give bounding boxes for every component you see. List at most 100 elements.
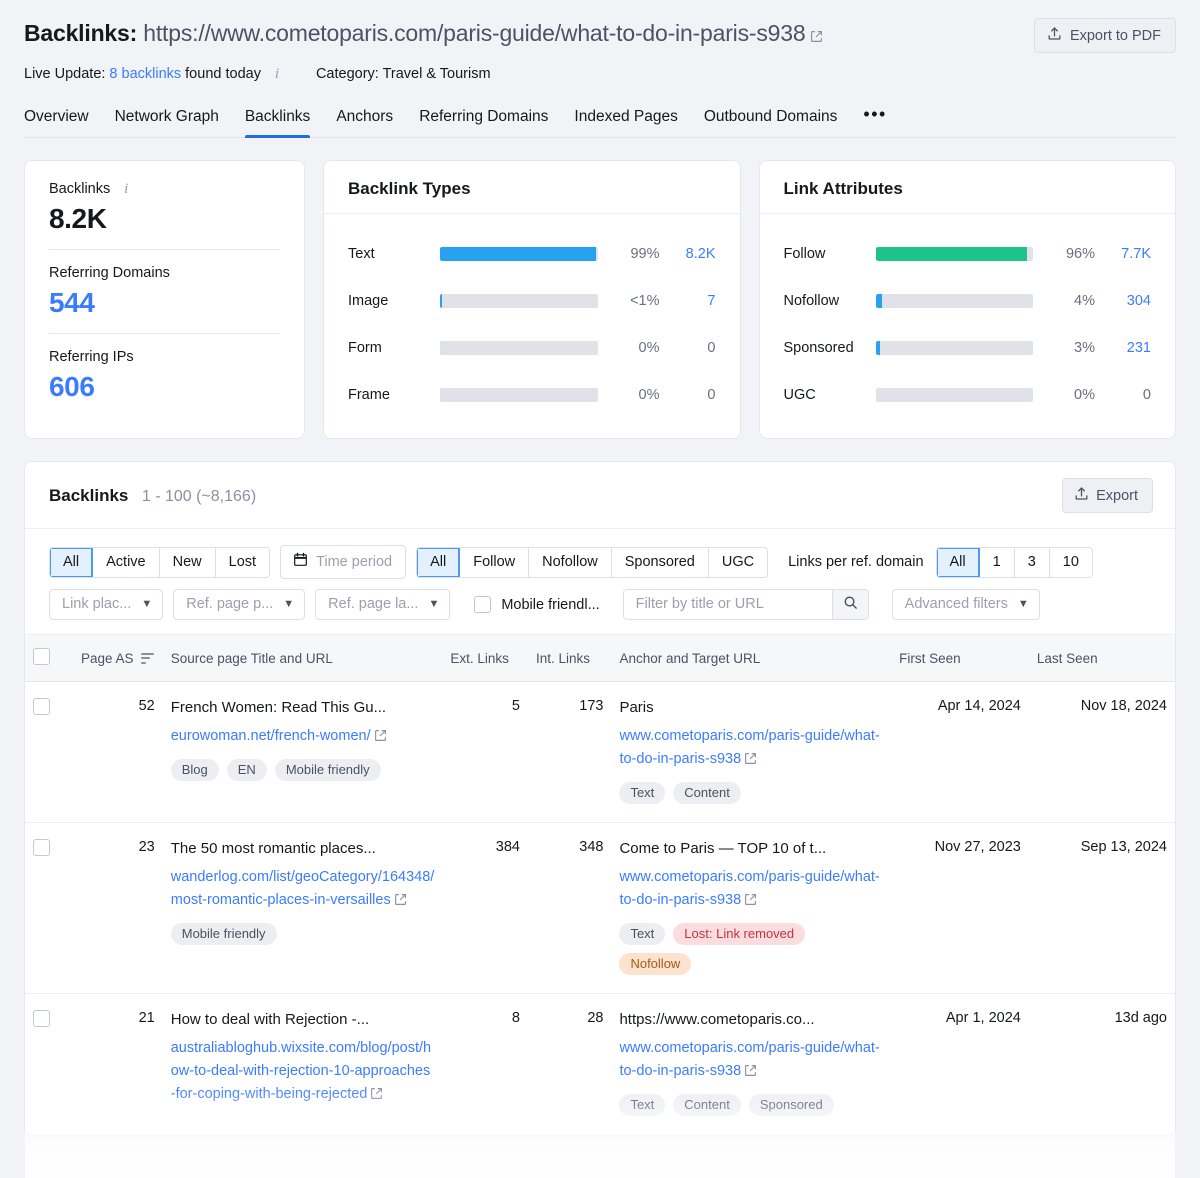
status-filter-active[interactable]: Active — [93, 547, 160, 577]
source-url-link[interactable]: eurowoman.net/french-women/ — [171, 725, 435, 750]
tab-network-graph[interactable]: Network Graph — [115, 104, 219, 137]
chart-bar-count[interactable]: 304 — [1095, 293, 1151, 309]
tab-outbound-domains[interactable]: Outbound Domains — [704, 104, 838, 137]
ref-page-language-dropdown[interactable]: Ref. page la... ▼ — [315, 589, 451, 620]
external-link-icon[interactable] — [744, 891, 757, 914]
link-placement-dropdown[interactable]: Link plac... ▼ — [49, 589, 164, 620]
row-checkbox[interactable] — [33, 839, 50, 856]
attribute-filter-group: All Follow Nofollow Sponsored UGC — [416, 546, 769, 578]
chart-bar-percent: 0% — [638, 339, 660, 356]
metric-referring-ips: Referring IPs 606 — [49, 333, 280, 417]
backlinks-panel: Backlinks 1 - 100 (~8,166) Export All Ac… — [24, 461, 1176, 1136]
chart-bar-count[interactable]: 7.7K — [1095, 246, 1151, 262]
source-url-link[interactable]: wanderlog.com/list/geoCategory/164348/mo… — [171, 866, 435, 914]
sort-descending-icon[interactable] — [140, 652, 154, 664]
row-checkbox[interactable] — [33, 698, 50, 715]
attribute-filter-all[interactable]: All — [417, 547, 461, 577]
table-row[interactable]: 23 The 50 most romantic places... wanderlo… — [25, 822, 1175, 994]
table-header-row: Page AS Source page Title and URL Ext. L… — [25, 634, 1175, 682]
mobile-friendly-checkbox-wrap[interactable]: Mobile friendl... — [474, 596, 600, 613]
chart-bar-percent: 3% — [1074, 339, 1095, 356]
links-per-domain-10[interactable]: 10 — [1049, 547, 1092, 577]
column-last-seen[interactable]: Last Seen — [1028, 634, 1175, 682]
status-filter-new[interactable]: New — [159, 547, 216, 577]
chart-bar-track — [440, 246, 598, 261]
target-url-link[interactable]: www.cometoparis.com/paris-guide/what-to-… — [619, 866, 883, 914]
external-link-icon[interactable] — [374, 727, 387, 750]
tab-backlinks[interactable]: Backlinks — [244, 104, 311, 138]
tab-indexed-pages[interactable]: Indexed Pages — [574, 104, 677, 137]
attribute-filter-nofollow[interactable]: Nofollow — [529, 547, 612, 577]
advanced-filters-dropdown[interactable]: Advanced filters ▼ — [891, 589, 1040, 620]
attribute-filter-ugc[interactable]: UGC — [708, 547, 768, 577]
chart-bar-count[interactable]: 231 — [1095, 340, 1151, 356]
row-select-cell — [25, 681, 73, 823]
select-all-checkbox[interactable] — [33, 648, 50, 665]
cell-anchor: Paris www.cometoparis.com/paris-guide/wha… — [611, 681, 892, 823]
mobile-friendly-checkbox[interactable] — [474, 596, 492, 613]
column-anchor[interactable]: Anchor and Target URL — [611, 634, 892, 682]
tag: Mobile friendly — [170, 923, 277, 945]
links-per-domain-3[interactable]: 3 — [1014, 547, 1050, 577]
links-per-domain-1[interactable]: 1 — [979, 547, 1015, 577]
upload-icon — [1074, 486, 1089, 505]
filter-row-primary: All Active New Lost Time period All Foll… — [49, 545, 1151, 579]
external-link-icon[interactable] — [744, 750, 757, 773]
live-update-suffix: found today — [185, 66, 261, 82]
export-to-pdf-button[interactable]: Export to PDF — [1033, 18, 1176, 53]
attribute-filter-sponsored[interactable]: Sponsored — [611, 547, 709, 577]
column-int-links[interactable]: Int. Links — [527, 634, 612, 682]
table-row[interactable]: 52 French Women: Read This Gu... eurowoman… — [25, 681, 1175, 823]
search-input[interactable] — [623, 590, 832, 619]
column-source[interactable]: Source page Title and URL — [162, 634, 443, 682]
anchor-tags: Text Content Sponsored — [619, 1094, 883, 1116]
info-icon[interactable]: i — [270, 66, 284, 82]
tab-referring-domains[interactable]: Referring Domains — [419, 104, 548, 137]
target-url-link[interactable]: www.cometoparis.com/paris-guide/what-to-… — [619, 1037, 883, 1085]
link-placement-label: Link plac... — [62, 596, 132, 612]
tab-anchors[interactable]: Anchors — [336, 104, 393, 137]
page-title-url[interactable]: https://www.cometoparis.com/paris-guide/… — [143, 20, 805, 46]
status-filter-all[interactable]: All — [50, 547, 94, 577]
chart-bar-row: Nofollow 4% 304 — [784, 277, 1152, 324]
info-icon[interactable]: i — [119, 181, 133, 197]
metric-referring-domains-value[interactable]: 544 — [49, 287, 280, 319]
external-link-icon[interactable] — [370, 1085, 383, 1108]
tag: Text — [619, 1094, 666, 1116]
metric-referring-ips-value[interactable]: 606 — [49, 371, 280, 403]
cell-page-as: 23 — [73, 822, 163, 994]
column-first-seen[interactable]: First Seen — [891, 634, 1029, 682]
chart-bar-row: Image <1% 7 — [348, 277, 716, 324]
chart-bar-count[interactable]: 8.2K — [660, 246, 716, 262]
row-checkbox[interactable] — [33, 1010, 50, 1027]
more-tabs-icon[interactable]: ••• — [863, 104, 886, 137]
time-period-label: Time period — [316, 553, 393, 570]
mobile-friendly-label: Mobile friendl... — [501, 596, 600, 613]
chart-bar-percent: <1% — [630, 292, 660, 309]
table-row[interactable]: 21 How to deal with Rejection -... austral… — [25, 993, 1175, 1135]
column-ext-links[interactable]: Ext. Links — [442, 634, 528, 682]
cell-anchor: Come to Paris — TOP 10 of t... www.cometo… — [611, 822, 892, 994]
chart-bar-percent: 0% — [638, 386, 660, 403]
live-update-line: Live Update: 8 backlinks found today i C… — [24, 66, 1176, 83]
metric-referring-domains-label: Referring Domains — [49, 265, 170, 281]
chevron-down-icon: ▼ — [428, 598, 440, 610]
tab-overview[interactable]: Overview — [24, 104, 89, 137]
search-button[interactable] — [831, 590, 868, 619]
tag: EN — [226, 759, 267, 781]
external-link-icon[interactable] — [810, 20, 823, 50]
status-filter-lost[interactable]: Lost — [215, 547, 270, 577]
external-link-icon[interactable] — [744, 1062, 757, 1085]
source-url-link[interactable]: australiabloghub.wixsite.com/blog/post/h… — [171, 1037, 435, 1108]
cell-source: French Women: Read This Gu... eurowoman.n… — [162, 681, 443, 823]
column-page-as[interactable]: Page AS — [73, 634, 163, 682]
live-update-link[interactable]: 8 backlinks — [109, 66, 181, 82]
time-period-button[interactable]: Time period — [280, 545, 407, 579]
export-button[interactable]: Export — [1062, 478, 1153, 513]
chart-bar-count[interactable]: 7 — [660, 293, 715, 309]
target-url-link[interactable]: www.cometoparis.com/paris-guide/what-to-… — [619, 725, 883, 773]
attribute-filter-follow[interactable]: Follow — [460, 547, 530, 577]
ref-page-platform-dropdown[interactable]: Ref. page p... ▼ — [173, 589, 306, 620]
links-per-domain-all[interactable]: All — [936, 547, 980, 577]
external-link-icon[interactable] — [394, 891, 407, 914]
